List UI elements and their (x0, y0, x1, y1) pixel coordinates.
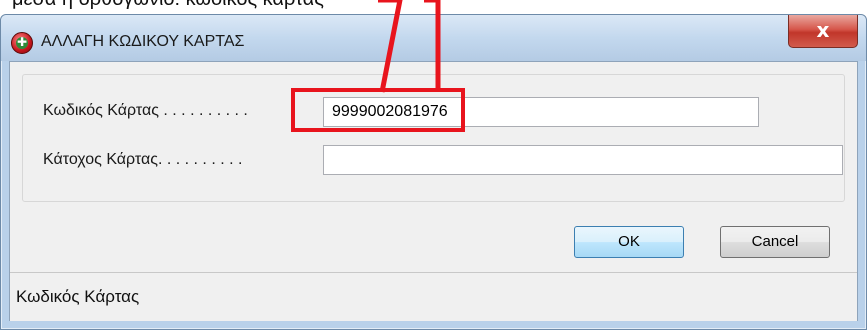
callout-line-left (378, 0, 403, 93)
callout-line-right (424, 0, 441, 92)
callout-connector-lines (378, 0, 441, 93)
